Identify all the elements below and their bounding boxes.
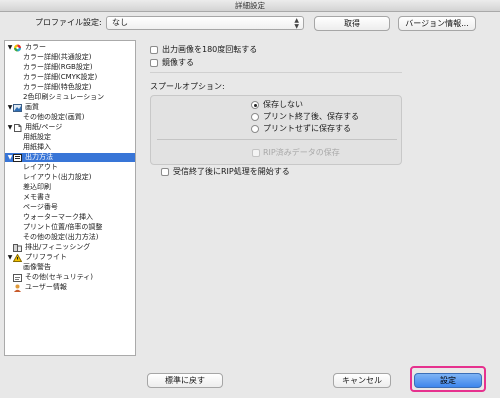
tree-label: カラー詳細(共通設定) [23,53,92,61]
tree-label: カラー詳細(特色設定) [23,83,92,91]
rotate-checkbox[interactable] [150,46,158,54]
rip-save-label: RIP済みデータの保存 [263,148,340,157]
tree-label: カラー [25,43,46,51]
output-icon [13,154,22,162]
tree-label: 用紙設定 [23,133,51,141]
toolbar: プロファイル設定: なし ▲ ▼ 取得 バージョン情報... [0,12,500,34]
tree-label: ページ番号 [23,203,58,211]
window-title: 詳細設定 [235,1,265,10]
tree-item[interactable]: ウォーターマーク挿入 [5,213,135,222]
tree-item[interactable]: レイアウト [5,163,135,172]
group-divider [157,139,397,140]
radio-save-after-print[interactable] [251,113,259,121]
tree-label: 用紙挿入 [23,143,51,151]
tree-label: レイアウト [23,163,58,171]
tree-label: 画質 [25,103,39,111]
radio-save-without-print-label: プリントせずに保存する [263,124,351,133]
tree-item[interactable]: 差込印刷 [5,183,135,192]
profile-select[interactable]: なし ▲ ▼ [106,16,304,30]
tree-label: メモ書き [23,193,51,201]
tree-item[interactable]: その他の設定(画質) [5,113,135,122]
radio-no-save-label: 保存しない [263,100,303,109]
rotate-label: 出力画像を180度回転する [162,45,258,54]
tree-item[interactable]: プリント位置/倍率の調整 [5,223,135,232]
tree-category[interactable]: ユーザー情報 [5,283,135,292]
window-titlebar: 詳細設定 [0,0,500,12]
tree-category[interactable]: 排出/フィニッシング [5,243,135,252]
version-info-button[interactable]: バージョン情報... [398,16,476,31]
rip-save-checkbox[interactable] [252,149,260,157]
tree-label: その他の設定(出力方法) [23,233,99,241]
spool-heading: スプールオプション: [150,82,225,91]
divider [150,72,402,73]
chevron-updown-icon: ▲ ▼ [294,17,299,30]
radio-save-after-print-label: プリント終了後、保存する [263,112,359,121]
tree-label: 出力方法 [25,153,53,161]
tree-label: ウォーターマーク挿入 [23,213,93,221]
security-icon [13,274,22,282]
cancel-button[interactable]: キャンセル [333,373,391,388]
ok-button-highlight [410,366,486,392]
tree-category[interactable]: ▼ 画質 [5,103,135,112]
mirror-checkbox[interactable] [150,59,158,67]
output-method-panel: 出力画像を180度回転する 鏡像する スプールオプション: 保存しない プリント… [140,40,498,356]
rip-after-receive-checkbox[interactable] [161,168,169,176]
tree-item[interactable]: 用紙設定 [5,133,135,142]
tree-item[interactable]: ページ番号 [5,203,135,212]
restore-defaults-button[interactable]: 標準に戻す [147,373,223,388]
tree-label: レイアウト(出力設定) [23,173,92,181]
tree-label: ユーザー情報 [25,283,67,291]
tree-label: 画像警告 [23,263,51,271]
tree-item[interactable]: カラー詳細(CMYK設定) [5,73,135,82]
tree-label: その他の設定(画質) [23,113,85,121]
tree-label: プリフライト [25,253,67,261]
tree-label: カラー詳細(RGB設定) [23,63,93,71]
tree-item[interactable]: 2色印刷シミュレーション [5,93,135,102]
tree-label: カラー詳細(CMYK設定) [23,73,98,81]
user-icon [13,284,22,292]
tree-item[interactable]: 用紙挿入 [5,143,135,152]
settings-tree[interactable]: ▼ カラー カラー詳細(共通設定) カラー詳細(RGB設定) カラー詳細(CMYK設定)… [4,40,136,356]
tree-label: その他(セキュリティ) [25,273,94,281]
radio-save-without-print[interactable] [251,125,259,133]
profile-select-value: なし [112,18,128,27]
preflight-icon [12,253,23,262]
tree-label: 2色印刷シミュレーション [23,93,105,101]
tree-item[interactable]: カラー詳細(特色設定) [5,83,135,92]
tree-item[interactable]: その他の設定(出力方法) [5,233,135,242]
rip-after-receive-label: 受信終了後にRIP処理を開始する [173,167,290,176]
tree-label: プリント位置/倍率の調整 [23,223,103,231]
radio-no-save[interactable] [251,101,259,109]
tree-category[interactable]: ▼ プリフライト [5,253,135,262]
tree-category[interactable]: ▼ 出力方法 [5,153,135,162]
paper-icon [13,124,22,132]
tree-item[interactable]: カラー詳細(共通設定) [5,53,135,62]
tree-label: 用紙/ページ [25,123,63,131]
tree-item[interactable]: 画像警告 [5,263,135,272]
acquire-button[interactable]: 取得 [314,16,390,31]
profile-label: プロファイル設定: [35,18,102,27]
tree-category[interactable]: ▼ カラー [5,43,135,52]
tree-category[interactable]: ▼ 用紙/ページ [5,123,135,132]
mirror-label: 鏡像する [162,58,194,67]
tree-item[interactable]: メモ書き [5,193,135,202]
tree-category[interactable]: その他(セキュリティ) [5,273,135,282]
color-wheel-icon [13,44,22,52]
spool-options-group: 保存しない プリント終了後、保存する プリントせずに保存する RIP済みデータの… [150,95,402,165]
finisher-icon [13,244,22,252]
tree-label: 排出/フィニッシング [25,243,91,251]
tree-item[interactable]: レイアウト(出力設定) [5,173,135,182]
tree-item[interactable]: カラー詳細(RGB設定) [5,63,135,72]
tree-label: 差込印刷 [23,183,51,191]
image-quality-icon [13,104,22,112]
